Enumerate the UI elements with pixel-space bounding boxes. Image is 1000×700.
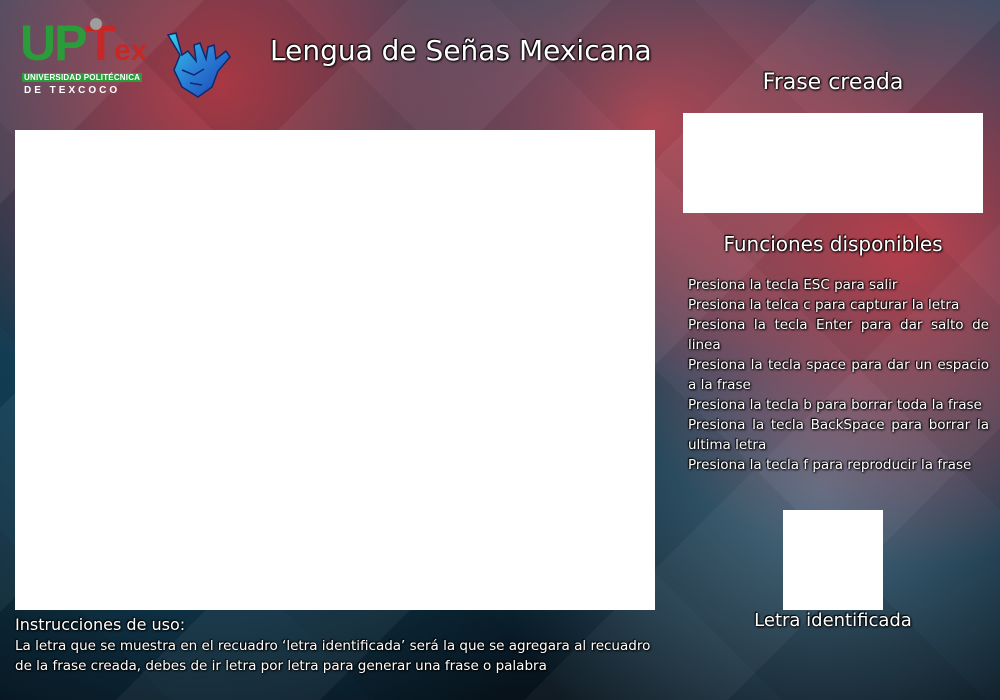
function-play: Presiona la tecla f para reproducir la f… xyxy=(688,457,972,473)
function-backspace: Presiona la tecla BackSpace para borrar … xyxy=(688,417,989,453)
page-title: Lengua de Señas Mexicana xyxy=(270,34,652,67)
functions-list: Presiona la tecla ESC para salir Presion… xyxy=(688,275,989,475)
identified-letter-box xyxy=(783,510,883,610)
identified-letter-label: Letra identificada xyxy=(754,610,912,631)
function-space: Presiona la tecla space para dar un espa… xyxy=(688,357,989,393)
camera-view xyxy=(15,130,655,610)
phrase-box xyxy=(683,113,983,213)
function-capture: Presiona la telca c para capturar la let… xyxy=(688,297,960,313)
phrase-title: Frase creada xyxy=(762,70,904,95)
logo-mark: UPTex xyxy=(20,18,147,68)
instructions-title: Instrucciones de uso: xyxy=(15,615,186,634)
logo-university-line: UNIVERSIDAD POLITÉCNICA xyxy=(22,73,143,82)
logo-location-line: DE TEXCOCO xyxy=(24,85,121,96)
function-clear: Presiona la tecla b para borrar toda la … xyxy=(688,397,982,413)
logo-letter-p: P xyxy=(54,15,87,71)
function-enter: Presiona la tecla Enter para dar salto d… xyxy=(688,317,989,353)
logo-letter-u: U xyxy=(20,15,56,71)
logo-letters-ex: ex xyxy=(114,34,148,67)
function-esc: Presiona la tecla ESC para salir xyxy=(688,277,898,293)
sign-language-hand-icon xyxy=(160,25,235,100)
uptex-logo: UPTex UNIVERSIDAD POLITÉCNICA DE TEXCOCO xyxy=(20,18,147,98)
instructions-body: La letra que se muestra en el recuadro ‘… xyxy=(15,638,651,674)
logo-dot xyxy=(90,18,102,30)
functions-title: Funciones disponibles xyxy=(723,232,943,256)
